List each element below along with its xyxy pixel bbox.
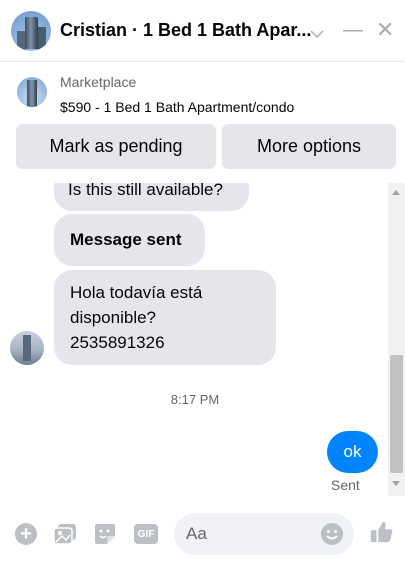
minimize-button[interactable]: — (343, 18, 363, 42)
listing-thumbnail[interactable] (17, 77, 47, 107)
message-list[interactable]: Is this still available? Message sent Ho… (0, 183, 405, 505)
emoji-icon[interactable] (320, 522, 344, 546)
message-input-placeholder: Aa (186, 524, 207, 543)
gif-label: GIF (134, 524, 158, 544)
message-line: 2535891326 (70, 333, 165, 352)
sender-avatar[interactable] (10, 331, 44, 365)
message-input[interactable]: Aa (174, 513, 354, 555)
marketplace-label: Marketplace (60, 74, 137, 90)
more-options-button[interactable]: More options (222, 124, 396, 169)
mark-as-pending-button[interactable]: Mark as pending (16, 124, 216, 169)
message-timestamp: 8:17 PM (170, 392, 220, 407)
scrollbar-thumb[interactable] (390, 355, 403, 473)
message-bubble: Is this still available? (54, 183, 249, 211)
sent-message-bubble: ok (327, 431, 378, 473)
close-button[interactable]: ✕ (376, 18, 394, 42)
photo-icon[interactable] (53, 522, 77, 546)
scroll-down-arrow-icon[interactable] (392, 481, 400, 486)
chevron-down-icon[interactable] (310, 22, 324, 46)
message-line: disponible? (70, 308, 157, 327)
listing-title[interactable]: $590 - 1 Bed 1 Bath Apartment/condo (60, 99, 294, 115)
scrollbar[interactable] (388, 183, 405, 496)
marketplace-listing-card: Marketplace $590 - 1 Bed 1 Bath Apartmen… (0, 62, 405, 183)
chat-header: Cristian · 1 Bed 1 Bath Apar... — ✕ (0, 0, 405, 62)
chat-title[interactable]: Cristian · 1 Bed 1 Bath Apar... (60, 20, 311, 41)
message-bubble: Hola todavía está disponible? 2535891326 (54, 270, 276, 365)
gif-icon[interactable]: GIF (134, 522, 158, 546)
plus-icon[interactable]: + (14, 522, 38, 546)
message-line: Hola todavía está (70, 283, 203, 302)
like-icon[interactable] (370, 520, 394, 544)
message-bubble: Message sent (54, 214, 205, 266)
contact-avatar[interactable] (11, 11, 51, 51)
message-composer: + GIF Aa (0, 505, 405, 565)
scroll-up-arrow-icon[interactable] (392, 190, 400, 195)
sent-status: Sent (331, 477, 360, 493)
sticker-icon[interactable] (93, 522, 117, 546)
plus-icon-glyph: + (15, 523, 37, 545)
